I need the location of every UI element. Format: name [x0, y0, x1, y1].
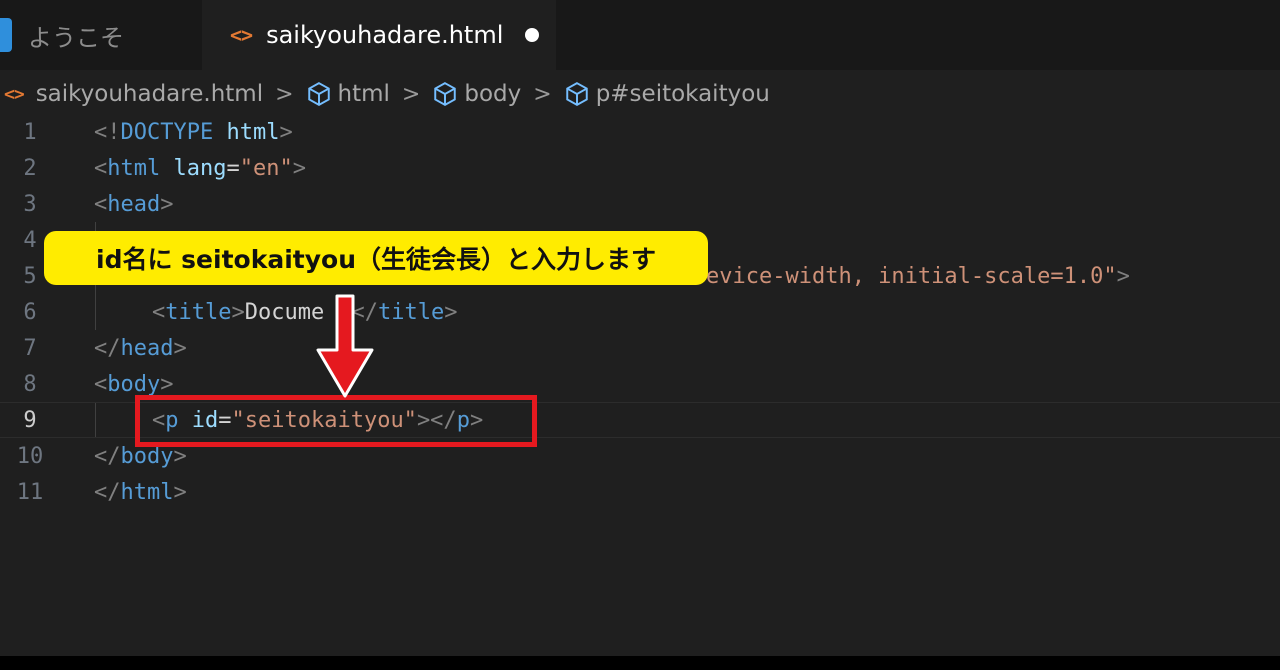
code-token: head [120, 335, 174, 361]
code-token: > [1116, 263, 1130, 289]
code-token: "en" [239, 155, 293, 181]
code-text: </html> [94, 480, 187, 505]
chevron-right-icon: > [275, 81, 294, 107]
code-text: <html lang="en"> [94, 156, 306, 181]
cube-icon [307, 82, 330, 106]
code-token: > [160, 191, 174, 217]
code-token: > [444, 299, 458, 325]
code-token: > [231, 299, 245, 325]
line-number: 7 [23, 335, 37, 361]
code-token: body [120, 443, 174, 469]
code-text: <!DOCTYPE html> [94, 120, 293, 145]
line-number: 1 [23, 119, 37, 145]
code-token: evice-width, initial-scale=1.0" [706, 263, 1117, 289]
breadcrumb-html[interactable]: html [338, 81, 390, 107]
instruction-callout: id名に seitokaityou（生徒会長）と入力します [44, 231, 708, 285]
code-token: < [94, 191, 108, 217]
code-token: = [226, 155, 240, 181]
code-line[interactable]: 7 </head> [0, 330, 1280, 366]
line-number: 3 [23, 191, 37, 217]
code-token: html [107, 155, 161, 181]
code-token: body [107, 371, 161, 397]
line-number: 2 [23, 155, 37, 181]
code-token: > [173, 479, 187, 505]
code-text: <body> [94, 372, 173, 397]
code-text: </body> [94, 444, 187, 469]
cube-icon [565, 82, 588, 106]
html-code-icon: <> [4, 83, 25, 105]
code-token: </ [94, 335, 121, 361]
code-text: <title>Documet</title> [152, 300, 457, 325]
code-token: head [107, 191, 161, 217]
html-code-icon: <> [230, 23, 253, 47]
code-token: < [152, 299, 166, 325]
code-line[interactable]: 1 <!DOCTYPE html> [0, 114, 1280, 150]
line-number: 11 [16, 479, 44, 505]
code-line[interactable]: 11 </html> [0, 474, 1280, 510]
tab-file-label: saikyouhadare.html [266, 21, 504, 49]
breadcrumb-body[interactable]: body [464, 81, 521, 107]
tab-welcome[interactable]: ようこそ [0, 0, 200, 70]
code-token: DOCTYPE [120, 119, 214, 145]
code-token: </ [94, 443, 121, 469]
code-token: html [226, 119, 280, 145]
code-line[interactable]: 2 <html lang="en"> [0, 150, 1280, 186]
chevron-right-icon: > [401, 81, 421, 107]
code-token: < [94, 371, 108, 397]
code-token: title [377, 299, 445, 325]
tab-bar: ようこそ <> saikyouhadare.html [0, 0, 1280, 70]
code-token: </ [94, 479, 121, 505]
code-token: > [173, 443, 187, 469]
unsaved-dot-icon[interactable] [525, 28, 540, 42]
code-token: html [120, 479, 174, 505]
line-number: 8 [23, 371, 37, 397]
tab-welcome-label: ようこそ [28, 23, 124, 52]
code-token: > [173, 335, 187, 361]
line-number: 10 [16, 443, 44, 469]
code-line[interactable]: 6 <title>Documet</title> [0, 294, 1280, 330]
line-number: 6 [23, 299, 37, 325]
callout-text: id名に seitokaityou（生徒会長）と入力します [96, 245, 656, 274]
code-token: < [94, 155, 108, 181]
code-token: > [279, 119, 293, 145]
code-token: lang [173, 155, 227, 181]
arrow-down-icon [316, 294, 374, 398]
line-number: 9 [23, 407, 37, 433]
breadcrumb-file[interactable]: saikyouhadare.html [36, 81, 263, 107]
vscode-icon [0, 18, 12, 52]
cube-icon [434, 82, 457, 106]
bottom-bar [0, 656, 1280, 670]
code-token: > [160, 371, 174, 397]
breadcrumb: <> saikyouhadare.html > html > body > p#… [0, 76, 770, 112]
code-token: > [292, 155, 306, 181]
code-text: evice-width, initial-scale=1.0"> [706, 264, 1130, 289]
breadcrumb-element[interactable]: p#seitokaityou [596, 81, 770, 107]
code-text: </head> [94, 336, 187, 361]
highlight-box [135, 395, 537, 447]
tab-saikyouhadare[interactable]: <> saikyouhadare.html [202, 0, 556, 70]
code-token: title [165, 299, 232, 325]
code-line[interactable]: 3 <head> [0, 186, 1280, 222]
code-token: <! [94, 119, 121, 145]
code-text: <head> [94, 192, 173, 217]
chevron-right-icon: > [533, 81, 552, 107]
